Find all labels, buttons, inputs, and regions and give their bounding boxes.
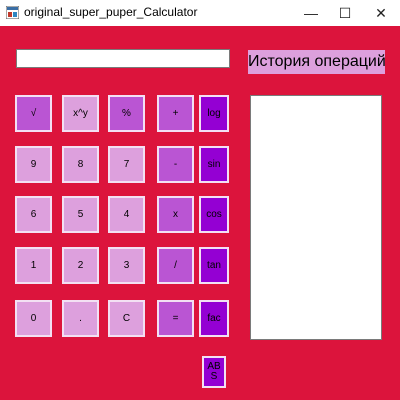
digit-8-button[interactable]: 8 [62,146,99,183]
display-input[interactable] [16,49,230,68]
decimal-point-button[interactable]: . [62,300,99,337]
tan-button[interactable]: tan [199,247,229,284]
divide-button[interactable]: / [157,247,194,284]
digit-9-button[interactable]: 9 [15,146,52,183]
digit-5-button[interactable]: 5 [62,196,99,233]
factorial-button[interactable]: fac [199,300,229,337]
log-button[interactable]: log [199,95,229,132]
equals-button[interactable]: = [157,300,194,337]
digit-7-button[interactable]: 7 [108,146,145,183]
close-icon: ✕ [375,4,387,21]
minus-button[interactable]: - [157,146,194,183]
multiply-button[interactable]: x [157,196,194,233]
window-title: original_super_puper_Calculator [24,5,198,19]
history-list[interactable] [250,95,382,340]
power-button[interactable]: x^y [62,95,99,132]
digit-4-button[interactable]: 4 [108,196,145,233]
digit-1-button[interactable]: 1 [15,247,52,284]
cos-button[interactable]: cos [199,196,229,233]
title-bar: original_super_puper_Calculator — ☐ ✕ [0,0,400,26]
abs-button[interactable]: AB S [202,356,226,388]
minimize-icon: — [304,5,318,21]
sin-button[interactable]: sin [199,146,229,183]
digit-0-button[interactable]: 0 [15,300,52,337]
clear-button[interactable]: C [108,300,145,337]
maximize-icon: ☐ [338,4,352,21]
digit-2-button[interactable]: 2 [62,247,99,284]
plus-button[interactable]: + [157,95,194,132]
percent-button[interactable]: % [108,95,145,132]
digit-6-button[interactable]: 6 [15,196,52,233]
digit-3-button[interactable]: 3 [108,247,145,284]
history-label: История операций [248,50,385,74]
minimize-button[interactable]: — [294,0,328,26]
app-icon [6,6,19,19]
sqrt-button[interactable]: √ [15,95,52,132]
close-button[interactable]: ✕ [364,0,398,26]
maximize-button[interactable]: ☐ [328,0,362,26]
